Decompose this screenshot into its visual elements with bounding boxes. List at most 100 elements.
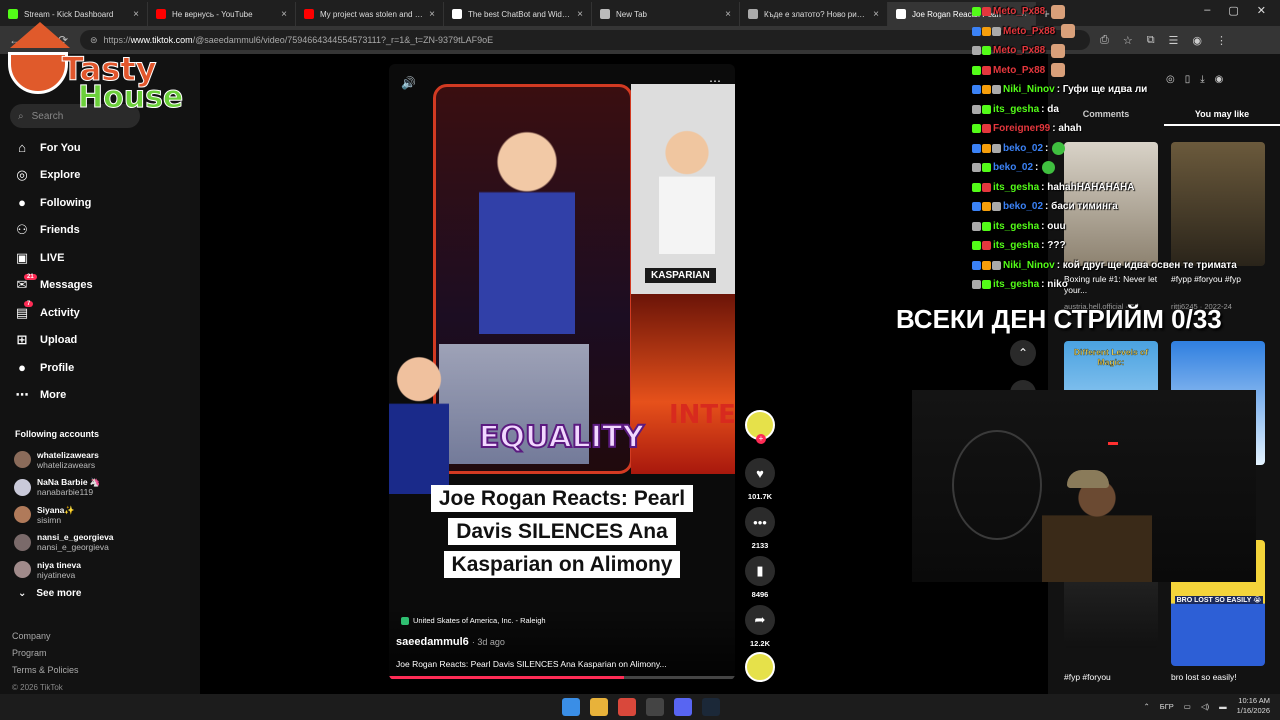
save-button[interactable]: ▮ 8496 [742,556,778,599]
chat-username[interactable]: Meto_Px88 [993,6,1045,17]
recommended-caption[interactable]: bro lost so easily! [1171,672,1265,683]
language-indicator[interactable]: БГР [1160,702,1174,711]
sidebar-item-for-you[interactable]: ⌂ For You [0,134,200,162]
recommended-caption[interactable]: #fyp #foryou [1064,672,1158,683]
clock[interactable]: 10:16 AM 1/16/2026 [1237,696,1270,716]
download-icon[interactable]: ⤓ [1200,74,1204,85]
sound-icon[interactable]: 🔊 [401,76,416,90]
following-account[interactable]: niya tineva niyatineva [14,556,194,584]
following-account[interactable]: Siyana✨ sisimn [14,501,194,529]
sidebar-item-more[interactable]: ⋯ More [0,382,200,410]
files-icon[interactable] [590,698,608,716]
chrome-icon[interactable] [618,698,636,716]
sidebar-item-messages[interactable]: ✉ 21 Messages [0,272,200,300]
chat-username[interactable]: beko_02 [1003,201,1043,212]
chat-username[interactable]: Meto_Px88 [1003,26,1055,37]
recommended-caption[interactable]: #fypp #foryou #fyp [1171,274,1265,285]
following-account[interactable]: NaNa Barbie 🦄 nanabarbie119 [14,474,194,502]
video-more-icon[interactable]: ⋯ [709,74,721,88]
tray-chevron-icon[interactable]: ⌃ [1143,702,1149,711]
chat-username[interactable]: its_gesha [993,182,1039,193]
following-account[interactable]: whatelizawears whatelizawears [14,446,194,474]
mobile-icon[interactable]: ▯ [1185,74,1191,85]
tab-close-icon[interactable]: × [577,9,583,20]
sidebar-item-explore[interactable]: ◎ Explore [0,162,200,190]
chat-username[interactable]: Meto_Px88 [993,65,1045,76]
chat-username[interactable]: Foreigner99 [993,123,1050,134]
account-username: whatelizawears [37,459,96,470]
heart-icon[interactable]: ♥ [745,458,775,488]
tab-close-icon[interactable]: × [725,9,731,20]
discord-icon[interactable] [674,698,692,716]
creator-avatar[interactable]: + [745,410,775,444]
see-more-button[interactable]: ⌄ See more [18,588,81,599]
user-avatar-icon[interactable]: ◉ [1215,74,1224,85]
start-icon[interactable] [562,698,580,716]
chat-username[interactable]: its_gesha [993,104,1039,115]
minimize-icon[interactable]: – [1204,4,1210,17]
network-icon[interactable]: ▭ [1184,702,1191,711]
browser-tab[interactable]: The best ChatBot and Widgets × [444,2,592,26]
battery-icon[interactable]: ▬ [1219,702,1227,711]
video-author[interactable]: saeedammul6 · 3d ago [396,636,505,648]
maximize-icon[interactable]: ▢ [1228,4,1238,17]
video-caption: Joe Rogan Reacts: Pearl Davis SILENCES A… [419,482,705,581]
volume-icon[interactable]: ◁) [1201,702,1209,711]
browser-tab[interactable]: New Tab × [592,2,740,26]
chat-text: : Гуфи ще идва ли [1056,84,1148,96]
obs-icon[interactable] [646,698,664,716]
chat-username[interactable]: Niki_Ninov [1003,260,1055,271]
sound-disc-icon[interactable] [745,652,775,682]
steam-icon[interactable] [702,698,720,716]
bookmark-icon[interactable]: ▮ [745,556,775,586]
recommended-thumb[interactable] [1171,142,1265,266]
tab-you-may-like[interactable]: You may like [1164,104,1280,126]
browser-tab[interactable]: My project was stolen and sold × [296,2,444,26]
video-description[interactable]: Joe Rogan Reacts: Pearl Davis SILENCES A… [396,659,667,669]
chat-username[interactable]: beko_02 [993,162,1033,173]
browser-tab[interactable]: Къде е златото? Ново риалити × [740,2,888,26]
video-lower-person [389,354,449,494]
sidebar-item-profile[interactable]: ● Profile [0,354,200,382]
creator-avatar-button[interactable]: + [742,410,778,444]
sidebar-item-friends[interactable]: ⚇ Friends [0,217,200,245]
author-name[interactable]: saeedammul6 [396,636,469,648]
sidebar-item-activity[interactable]: ▤ 7 Activity [0,299,200,327]
chat-username[interactable]: its_gesha [993,221,1039,232]
comment-icon[interactable]: ••• [745,507,775,537]
footer-link[interactable]: Program [12,645,79,662]
tab-close-icon[interactable]: × [281,9,287,20]
video-player[interactable]: KASPARIAN EQUALITY INTE Joe Rogan Reacts… [389,64,735,680]
chat-username[interactable]: its_gesha [993,240,1039,251]
search-placeholder: Search [31,110,64,122]
follow-plus-icon[interactable]: + [756,434,766,444]
profile-icon[interactable]: ◉ [1192,34,1202,47]
chat-badge-icon [982,7,991,17]
tab-close-icon[interactable]: × [873,9,879,20]
footer-link[interactable]: Company [12,628,79,645]
chat-username[interactable]: beko_02 [1003,143,1043,154]
footer-link[interactable]: Terms & Policies [12,662,79,679]
menu-icon[interactable]: ⋮ [1216,34,1227,47]
following-account[interactable]: nansi_e_georgieva nansi_e_georgieva [14,529,194,557]
video-progress-bar[interactable] [389,676,735,679]
chat-username[interactable]: its_gesha [993,279,1039,290]
account-name: Siyana✨ [37,504,75,515]
share-button[interactable]: ➦ 12.2K [742,605,778,648]
previous-video-button[interactable]: ⌃ [1010,340,1036,366]
sidebar-item-following[interactable]: ● Following [0,189,200,217]
video-location[interactable]: United Skates of America, Inc. - Raleigh [401,616,546,625]
sidebar-item-live[interactable]: ▣ LIVE [0,244,200,272]
close-window-icon[interactable]: ✕ [1257,4,1266,17]
address-bar[interactable]: ⊜ https://www.tiktok.com/@saeedammul6/vi… [80,30,1090,50]
chat-username[interactable]: Niki_Ninov [1003,84,1055,95]
tab-close-icon[interactable]: × [429,9,435,20]
sound-disc-button[interactable] [742,652,778,682]
like-button[interactable]: ♥ 101.7K [742,458,778,501]
sidebar-item-upload[interactable]: ⊞ Upload [0,327,200,355]
share-icon[interactable]: ➦ [745,605,775,635]
chat-badges [972,124,991,134]
friends-icon: ⚇ [16,222,28,238]
comment-button[interactable]: ••• 2133 [742,507,778,550]
chat-username[interactable]: Meto_Px88 [993,45,1045,56]
